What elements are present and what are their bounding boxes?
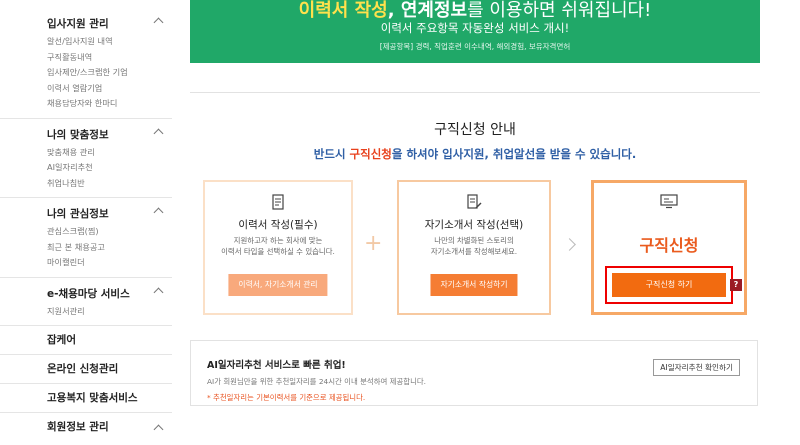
sidebar-section-interest: 나의 관심정보 관심스크랩(찜) 최근 본 채용공고 마이캘린더 xyxy=(0,198,172,278)
plus-icon: + xyxy=(364,231,383,256)
sidebar-item[interactable]: 알선/입사지원 내역 xyxy=(47,34,172,50)
sidebar-section-title[interactable]: 나의 맞춤정보 xyxy=(47,125,172,145)
banner-highlight: 이력서 작성 xyxy=(298,0,388,21)
sidebar-section-title[interactable]: 나의 관심정보 xyxy=(47,204,172,224)
sidebar-item[interactable]: 이력서 열람기업 xyxy=(47,81,172,97)
guide-subtitle: 반드시 구직신청을 하셔야 입사지원, 취업알선을 받을 수 있습니다. xyxy=(190,146,760,162)
banner-subtitle: 이력서 주요항목 자동완성 서비스 개시! xyxy=(380,21,570,35)
sidebar-section-custom: 나의 맞춤정보 맞춤채용 관리 AI일자리추천 취업나침반 xyxy=(0,119,172,198)
sidebar-item[interactable]: 취업나침반 xyxy=(47,176,172,192)
sidebar-section-title[interactable]: 입사지원 관리 xyxy=(47,14,172,34)
sidebar-item[interactable]: AI일자리추천 xyxy=(47,160,172,176)
card-desc-line: 이력서 타입을 선택하실 수 있습니다. xyxy=(221,247,335,256)
sidebar-section-apply: 입사지원 관리 알선/입사지원 내역 구직활동내역 입사제안/스크랩한 기업 이… xyxy=(0,14,172,119)
banner-note: [제공항목] 경력, 직업훈련 이수내역, 해외경험, 보유자격면허 xyxy=(379,42,571,51)
sidebar-item[interactable]: 입사제안/스크랩한 기업 xyxy=(47,65,172,81)
resume-card: 이력서 작성(필수) 지원하고자 하는 회사에 맞는 이력서 타입을 선택하실 … xyxy=(203,180,353,315)
write-cover-letter-button[interactable]: 자기소개서 작성하기 xyxy=(430,274,518,296)
sidebar-item[interactable]: 채용담당자와 한마디 xyxy=(47,96,172,112)
promo-banner[interactable]: 이력서 작성, 연계정보를 이용하면 쉬워집니다! 이력서 주요항목 자동완성 … xyxy=(190,0,760,63)
sidebar-link-jobcare[interactable]: 잡케어 xyxy=(0,326,172,355)
pen-document-icon xyxy=(467,194,482,209)
guide-title: 구직신청 안내 xyxy=(434,122,516,138)
chevron-up-icon[interactable] xyxy=(153,424,164,435)
guide-sub-post: 을 하셔야 입사지원, 취업알선을 받을 수 있습니다. xyxy=(391,147,637,161)
sidebar-item[interactable]: 지원서관리 xyxy=(47,304,172,320)
ai-title: AI일자리추천 서비스로 빠른 취업! xyxy=(207,360,346,371)
sidebar-link-online[interactable]: 온라인 신청관리 xyxy=(0,355,172,384)
ai-recommend-box: AI일자리추천 서비스로 빠른 취업! AI가 회원님만을 위한 추천일자리를 … xyxy=(190,340,758,406)
banner-title-rest: 를 이용하면 쉬워집니다! xyxy=(467,0,652,21)
card-desc-line: 지원하고자 하는 회사에 맞는 xyxy=(233,236,323,245)
sidebar-item[interactable]: 구직활동내역 xyxy=(47,50,172,66)
guide-sub-highlight: 구직신청 xyxy=(349,147,392,161)
chevron-right-icon xyxy=(563,238,576,251)
card-description: 지원하고자 하는 회사에 맞는 이력서 타입을 선택하실 수 있습니다. xyxy=(205,235,351,257)
apply-title: 구직신청 xyxy=(639,236,699,255)
guide-sub-pre: 반드시 xyxy=(313,147,350,161)
sidebar-section-title[interactable]: 회원정보 관리 xyxy=(47,421,109,433)
apply-card: 구직신청 구직신청 하기 ? xyxy=(591,180,747,315)
sidebar: 입사지원 관리 알선/입사지원 내역 구직활동내역 입사제안/스크랩한 기업 이… xyxy=(0,0,172,445)
banner-title: 이력서 작성, 연계정보를 이용하면 쉬워집니다! xyxy=(190,0,760,22)
card-title: 이력서 작성(필수) xyxy=(238,219,318,231)
card-title: 자기소개서 작성(선택) xyxy=(424,219,524,231)
sidebar-item[interactable]: 맞춤채용 관리 xyxy=(47,145,172,161)
ai-note: * 추천일자리는 기본이력서를 기준으로 제공됩니다. xyxy=(207,393,366,402)
sidebar-item[interactable]: 관심스크랩(찜) xyxy=(47,224,172,240)
apply-button-highlight: 구직신청 하기 xyxy=(605,266,733,304)
ai-description: AI가 회원님만을 위한 추천일자리를 24시간 이내 분석하여 제공합니다. xyxy=(207,377,427,386)
ai-recommend-button[interactable]: AI일자리추천 확인하기 xyxy=(653,359,740,376)
cover-letter-card: 자기소개서 작성(선택) 나만의 차별화된 스토리의 자기소개서를 작성해보세요… xyxy=(397,180,551,315)
document-icon xyxy=(272,194,284,210)
sidebar-item[interactable]: 최근 본 채용공고 xyxy=(47,240,172,256)
card-desc-line: 자기소개서를 작성해보세요. xyxy=(430,247,518,256)
monitor-icon xyxy=(660,194,678,209)
job-application-guide: 구직신청 안내 반드시 구직신청을 하셔야 입사지원, 취업알선을 받을 수 있… xyxy=(190,92,760,326)
sidebar-link-welfare[interactable]: 고용복지 맞춤서비스 xyxy=(0,384,172,413)
banner-highlight: 연계정보 xyxy=(400,0,468,21)
help-icon[interactable]: ? xyxy=(730,279,742,291)
apply-button[interactable]: 구직신청 하기 xyxy=(612,273,726,297)
card-description: 나만의 차별화된 스토리의 자기소개서를 작성해보세요. xyxy=(399,235,549,257)
sidebar-section-member: 회원정보 관리 xyxy=(0,413,172,442)
sidebar-section-title[interactable]: e-채용마당 서비스 xyxy=(47,284,172,304)
manage-resume-button[interactable]: 이력서, 자기소개서 관리 xyxy=(228,274,328,296)
banner-separator: , xyxy=(387,0,401,21)
card-desc-line: 나만의 차별화된 스토리의 xyxy=(434,236,514,245)
sidebar-item[interactable]: 마이캘린더 xyxy=(47,255,172,271)
sidebar-section-echaeyong: e-채용마당 서비스 지원서관리 xyxy=(0,278,172,326)
